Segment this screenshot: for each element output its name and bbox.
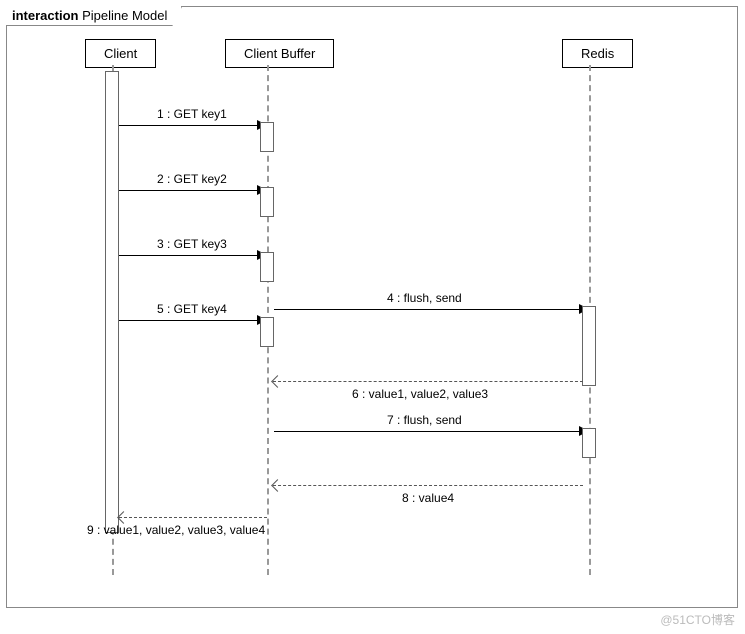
arrow-head-icon <box>117 511 130 524</box>
participant-redis: Redis <box>562 39 633 68</box>
frame-label: interaction Pipeline Model <box>6 6 182 26</box>
arrow-line <box>119 320 259 321</box>
participant-label: Redis <box>581 46 614 61</box>
message-label: 4 : flush, send <box>387 291 462 305</box>
message-label: 9 : value1, value2, value3, value4 <box>87 523 265 537</box>
message-label: 2 : GET key2 <box>157 172 227 186</box>
arrow-head-icon <box>271 479 284 492</box>
arrow-head-icon <box>271 375 284 388</box>
frame-label-bold: interaction <box>12 8 78 23</box>
participant-client-buffer: Client Buffer <box>225 39 334 68</box>
activation-buffer <box>260 187 274 217</box>
arrow-line <box>274 309 582 310</box>
message-label: 5 : GET key4 <box>157 302 227 316</box>
arrow-line <box>274 431 582 432</box>
activation-buffer <box>260 317 274 347</box>
arrow-line <box>119 517 267 518</box>
diagram-frame: interaction Pipeline Model Client Client… <box>6 6 738 608</box>
activation-redis <box>582 428 596 458</box>
message-label: 6 : value1, value2, value3 <box>352 387 488 401</box>
frame-label-rest: Pipeline Model <box>82 8 167 23</box>
arrow-line <box>119 255 259 256</box>
message-label: 3 : GET key3 <box>157 237 227 251</box>
activation-redis <box>582 306 596 386</box>
activation-buffer <box>260 122 274 152</box>
participant-client: Client <box>85 39 156 68</box>
arrow-line <box>119 125 259 126</box>
message-label: 8 : value4 <box>402 491 454 505</box>
message-label: 7 : flush, send <box>387 413 462 427</box>
arrow-line <box>273 381 583 382</box>
participant-label: Client <box>104 46 137 61</box>
activation-client <box>105 71 119 533</box>
activation-buffer <box>260 252 274 282</box>
watermark-text: @51CTO博客 <box>660 611 735 628</box>
message-label: 1 : GET key1 <box>157 107 227 121</box>
participant-label: Client Buffer <box>244 46 315 61</box>
arrow-line <box>119 190 259 191</box>
arrow-line <box>273 485 583 486</box>
